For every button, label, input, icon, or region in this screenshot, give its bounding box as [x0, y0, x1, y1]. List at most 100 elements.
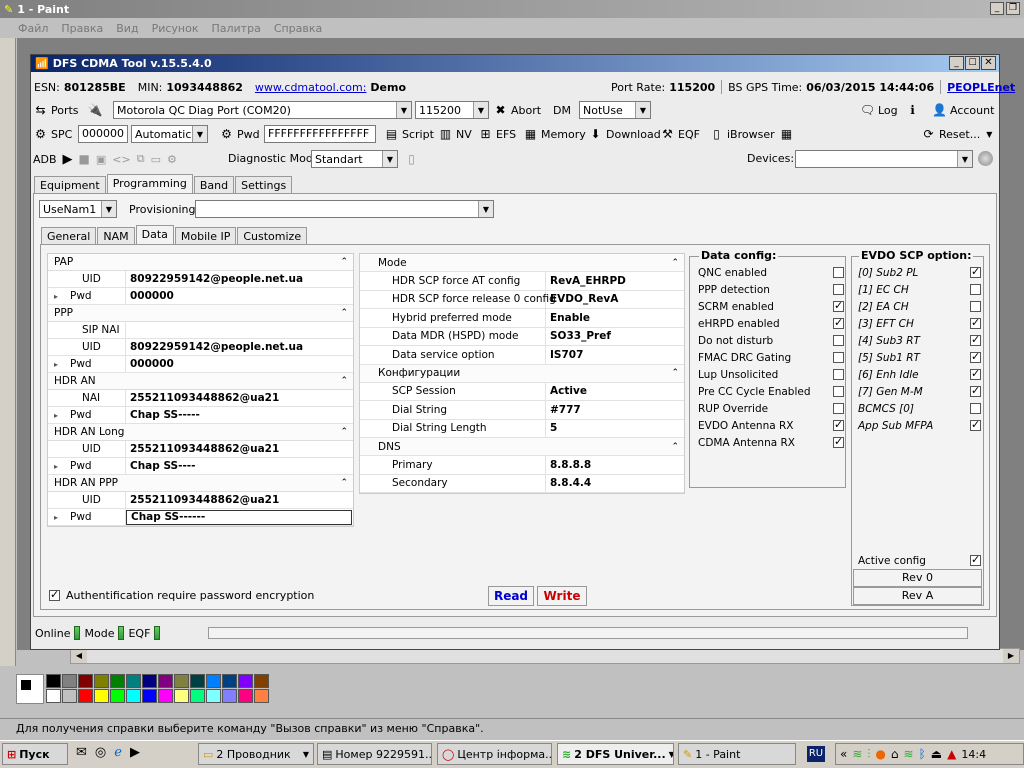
checkbox[interactable]: [970, 418, 981, 431]
group-header[interactable]: HDR AN PPP ⌃: [48, 475, 353, 492]
property-row[interactable]: UID 255211093448862@ua21: [48, 492, 353, 509]
phone-gray-icon[interactable]: ▯: [404, 151, 419, 166]
checkbox[interactable]: [833, 418, 844, 431]
paint-hscrollbar[interactable]: ◀ ▶: [70, 648, 1020, 664]
copy-icon[interactable]: ⧉: [137, 152, 145, 166]
property-value[interactable]: 8.8.8.8: [546, 459, 591, 471]
property-value[interactable]: 000000: [126, 290, 174, 302]
property-value[interactable]: Chap SS-----: [126, 409, 200, 421]
checkbox-row[interactable]: FMAC DRC Gating: [698, 349, 844, 366]
diag-mode-select[interactable]: Standart ▼: [311, 150, 398, 168]
property-row[interactable]: NAI 255211093448862@ua21: [48, 390, 353, 407]
property-value[interactable]: 80922959142@people.net.ua: [126, 273, 303, 285]
property-row[interactable]: Primary 8.8.8.8: [360, 456, 684, 475]
palette-top-swatch[interactable]: [238, 674, 253, 688]
close-button[interactable]: ✕: [981, 56, 996, 70]
stop-icon[interactable]: ■: [79, 152, 90, 166]
spc-mode-select[interactable]: Automatic ▼: [131, 125, 208, 143]
checkbox-row[interactable]: QNC enabled: [698, 264, 844, 281]
checkbox[interactable]: [833, 299, 844, 312]
efs-button[interactable]: ⊞ EFS: [478, 125, 516, 143]
group-header[interactable]: PAP ⌃: [48, 254, 353, 271]
checkbox-row[interactable]: SCRM enabled: [698, 298, 844, 315]
property-value[interactable]: Active: [546, 385, 587, 397]
property-row[interactable]: Hybrid preferred mode Enable: [360, 309, 684, 328]
checkbox-row[interactable]: App Sub MFPA: [858, 417, 981, 434]
palette-top-swatch[interactable]: [254, 674, 269, 688]
quicklaunch-ie-icon[interactable]: ℯ: [114, 745, 122, 760]
property-value[interactable]: 000000: [126, 358, 174, 370]
revA-button[interactable]: Rev A: [853, 587, 982, 605]
property-value[interactable]: 255211093448862@ua21: [126, 443, 279, 455]
property-row[interactable]: SCP Session Active: [360, 382, 684, 401]
palette-top-swatch[interactable]: [206, 674, 221, 688]
rev0-button[interactable]: Rev 0: [853, 569, 982, 587]
palette-bottom-swatch[interactable]: [142, 689, 157, 703]
minimize-button[interactable]: _: [949, 56, 964, 70]
property-value[interactable]: Enable: [546, 312, 590, 324]
group-header[interactable]: PPP ⌃: [48, 305, 353, 322]
group-header[interactable]: DNS ⌃: [360, 438, 684, 456]
tab-settings[interactable]: Settings: [235, 176, 293, 194]
palette-top-swatch[interactable]: [174, 674, 189, 688]
group-header[interactable]: Конфигурации ⌃: [360, 364, 684, 383]
palette-top-swatch[interactable]: [190, 674, 205, 688]
language-indicator[interactable]: RU: [807, 746, 825, 762]
info-icon[interactable]: ℹ: [905, 102, 920, 117]
palette-top-swatch[interactable]: [94, 674, 109, 688]
paint-menu-image[interactable]: Рисунок: [152, 22, 199, 35]
checkbox[interactable]: [970, 265, 981, 278]
account-button[interactable]: 👤 Account: [932, 101, 994, 119]
palette-bottom-swatch[interactable]: [46, 689, 61, 703]
taskbar-item-explorer[interactable]: ▭ 2 Проводник ▼: [198, 743, 314, 765]
taskbar-item-number[interactable]: ▤ Номер 9229591...: [317, 743, 432, 765]
tray-app-icon[interactable]: ●: [875, 747, 885, 761]
property-value[interactable]: 255211093448862@ua21: [126, 494, 279, 506]
tab-general[interactable]: General: [41, 227, 97, 245]
checkbox-row[interactable]: [0] Sub2 PL: [858, 264, 981, 281]
palette-bottom-swatch[interactable]: [126, 689, 141, 703]
calculator-icon[interactable]: ▦: [779, 126, 794, 141]
tab-programming[interactable]: Programming: [106, 174, 193, 195]
read-button[interactable]: Read: [488, 586, 534, 606]
chevron-up-icon[interactable]: ⌃: [340, 257, 348, 267]
palette-bottom-swatch[interactable]: [62, 689, 77, 703]
palette-top-swatch[interactable]: [110, 674, 125, 688]
property-value[interactable]: 255211093448862@ua21: [126, 392, 279, 404]
checkbox-row[interactable]: Lup Unsolicited: [698, 366, 844, 383]
checkbox[interactable]: [833, 352, 844, 363]
script-button[interactable]: ▤ Script: [384, 125, 434, 143]
property-row[interactable]: HDR SCP force release 0 config EVDO_RevA: [360, 290, 684, 309]
checkbox[interactable]: [970, 316, 981, 329]
checkbox-row[interactable]: [7] Gen M-M: [858, 383, 981, 400]
cdmatool-link[interactable]: www.cdmatool.com:: [255, 81, 367, 94]
property-row[interactable]: UID 80922959142@people.net.ua: [48, 271, 353, 288]
write-button[interactable]: Write: [537, 586, 587, 606]
chevron-up-icon[interactable]: ⌃: [340, 478, 348, 488]
checkbox[interactable]: [833, 386, 844, 397]
property-value[interactable]: 80922959142@people.net.ua: [126, 341, 303, 353]
quicklaunch-media-icon[interactable]: ▶: [130, 745, 140, 760]
tray-signal-icon[interactable]: ⫶: [867, 747, 870, 762]
tab-customize[interactable]: Customize: [237, 227, 308, 245]
checkbox[interactable]: [833, 335, 844, 346]
window-icon[interactable]: ▭: [151, 153, 161, 166]
property-value[interactable]: Chap SS----: [126, 460, 196, 472]
paint-menu-edit[interactable]: Правка: [61, 22, 103, 35]
spc-input[interactable]: 000000: [78, 125, 128, 143]
checkbox[interactable]: [970, 403, 981, 414]
checkbox[interactable]: [970, 301, 981, 312]
port-select[interactable]: Motorola QC Diag Port (COM20) ▼: [113, 101, 412, 119]
tray-network-icon[interactable]: ⌂: [891, 747, 899, 761]
checkbox-row[interactable]: [6] Enh Idle: [858, 366, 981, 383]
abort-button[interactable]: ✖ Abort: [493, 101, 541, 119]
eqf-button[interactable]: ⚒ EQF: [660, 125, 700, 143]
property-row[interactable]: Secondary 8.8.4.4: [360, 474, 684, 493]
chevron-up-icon[interactable]: ⌃: [340, 427, 348, 437]
palette-top-swatch[interactable]: [142, 674, 157, 688]
checkbox[interactable]: [833, 284, 844, 295]
checkbox[interactable]: [970, 384, 981, 397]
dm-select[interactable]: NotUse ▼: [579, 101, 651, 119]
group-header[interactable]: HDR AN ⌃: [48, 373, 353, 390]
property-value[interactable]: RevA_EHRPD: [546, 275, 626, 287]
